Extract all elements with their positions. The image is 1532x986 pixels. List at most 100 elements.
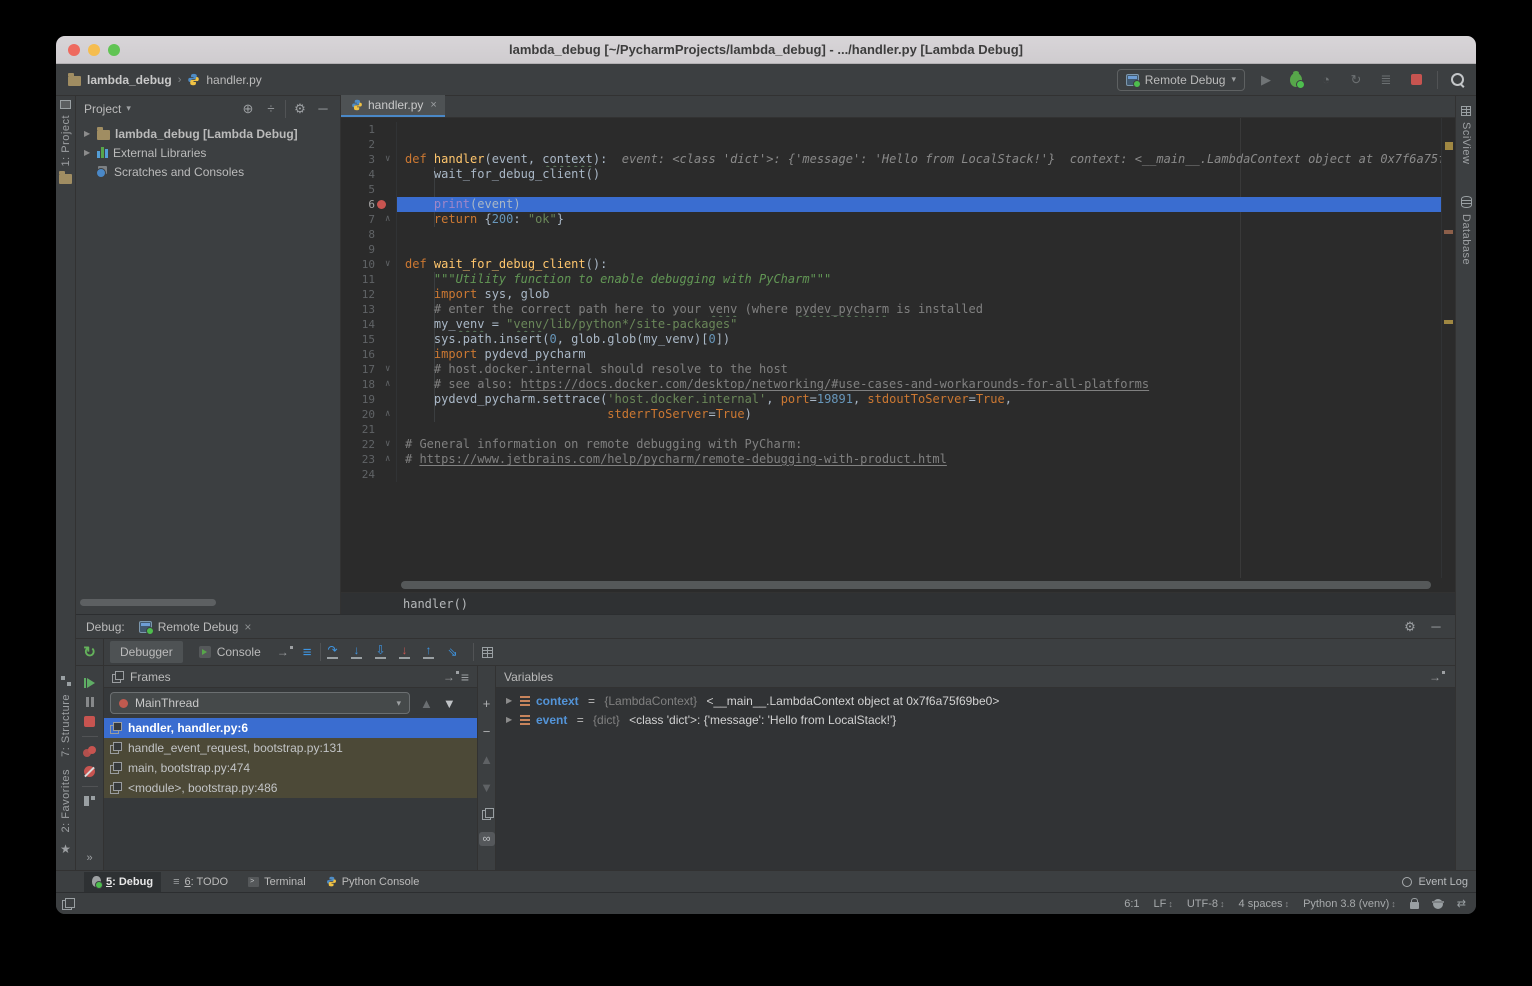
minimize-window-button[interactable] [88,44,100,56]
profile-button[interactable]: ◔ [1317,71,1335,89]
pin-tab-icon[interactable]: → [277,645,289,659]
toolwindow-tab-sciview[interactable]: SciView [1460,122,1472,164]
stack-frame-row[interactable]: main, bootstrap.py:474 [104,758,477,778]
gutter[interactable]: 22∨ [341,437,397,452]
fold-marker-icon[interactable]: ∧ [385,212,390,227]
previous-frame-button[interactable]: ▲ [420,696,433,711]
variable-row[interactable]: ▶context = {LambdaContext} <__main__.Lam… [496,691,1455,710]
gutter[interactable]: 23∧ [341,452,397,467]
code-line[interactable]: 15 sys.path.insert(0, glob.glob(my_venv)… [341,332,1441,347]
code-line[interactable]: 6 print(event) [341,197,1441,212]
fold-marker-icon[interactable]: ∨ [385,437,390,452]
indent-widget[interactable]: 4 spaces↕ [1239,898,1290,910]
coverage-button[interactable]: ↻ [1347,71,1365,89]
locate-file-button[interactable]: ⊕ [239,101,257,117]
debug-button[interactable] [1287,71,1305,89]
gutter[interactable]: 9 [341,242,397,257]
tab-debugger[interactable]: Debugger [110,641,183,663]
run-anything-button[interactable]: ≣ [1377,71,1395,89]
step-into-button[interactable]: ↓ [345,645,369,659]
encoding-widget[interactable]: UTF-8↕ [1187,898,1225,910]
collapse-all-button[interactable]: ÷ [262,101,280,116]
code-line[interactable]: 7∧ return {200: "ok"} [341,212,1441,227]
step-over-button[interactable]: ↷ [321,645,345,659]
show-watches-toggle[interactable]: ∞ [479,832,495,846]
variable-row[interactable]: ▶event = {dict} <class 'dict'>: {'messag… [496,710,1455,729]
caret-position[interactable]: 6:1 [1124,898,1139,910]
gutter[interactable]: 13 [341,302,397,317]
gutter[interactable]: 4 [341,167,397,182]
fold-marker-icon[interactable]: ∧ [385,407,390,422]
breadcrumb-project[interactable]: lambda_debug [87,73,172,87]
structure-toolwindow-icon[interactable] [61,676,71,686]
event-log-button[interactable]: Event Log [1402,876,1468,888]
toolwindow-toggle-icon[interactable] [62,898,74,910]
sciview-icon[interactable] [1461,106,1471,116]
gutter[interactable]: 19 [341,392,397,407]
gutter[interactable]: 16 [341,347,397,362]
zoom-window-button[interactable] [108,44,120,56]
toolwindow-tab-python-console[interactable]: Python Console [318,872,428,892]
code-line[interactable]: 21 [341,422,1441,437]
code-line[interactable]: 10∨def wait_for_debug_client(): [341,257,1441,272]
toolwindow-tab-debug[interactable]: 5: Debug [84,872,161,892]
show-execution-point-button[interactable]: ≡ [303,644,312,661]
rerun-button[interactable]: ↻ [76,639,104,665]
pin-icon[interactable]: → [443,670,455,684]
stop-button[interactable] [1407,71,1425,89]
interpreter-widget[interactable]: Python 3.8 (venv)↕ [1303,898,1396,910]
code-line[interactable]: 2 [341,137,1441,152]
close-window-button[interactable] [68,44,80,56]
pin-icon[interactable]: → [1429,670,1441,684]
gutter[interactable]: 12 [341,287,397,302]
run-to-cursor-button[interactable]: ⇘ [441,647,465,658]
code-line[interactable]: 14 my_venv = "venv/lib/python*/site-pack… [341,317,1441,332]
gutter[interactable]: 14 [341,317,397,332]
resume-button[interactable] [84,678,95,688]
highlighting-level-icon[interactable] [1433,899,1443,909]
move-up-button[interactable]: ▲ [480,752,493,767]
gutter[interactable]: 24 [341,467,397,482]
toolwindow-tab-structure[interactable]: 7: Structure [60,694,72,757]
restore-layout-button[interactable] [84,796,95,806]
tree-item[interactable]: ▶lambda_debug [Lambda Debug] [76,124,340,143]
database-icon[interactable] [1461,196,1472,208]
code-line[interactable]: 23∧# https://www.jetbrains.com/help/pych… [341,452,1441,467]
run-configuration-select[interactable]: Remote Debug ▾ [1117,69,1245,91]
project-toolwindow-icon[interactable] [60,100,71,109]
gutter[interactable]: 7∧ [341,212,397,227]
chevron-right-icon[interactable]: ▶ [84,129,92,138]
code-area[interactable]: 123∨def handler(event, context): event: … [341,118,1455,578]
code-line[interactable]: 24 [341,467,1441,482]
stop-button[interactable] [84,716,95,727]
more-actions-button[interactable]: » [86,852,92,864]
search-everywhere-button[interactable] [1450,72,1466,88]
fold-marker-icon[interactable]: ∧ [385,452,390,467]
line-separator-widget[interactable]: LF↕ [1154,898,1173,910]
code-line[interactable]: 18∧ # see also: https://docs.docker.com/… [341,377,1441,392]
gutter[interactable]: 8 [341,227,397,242]
expand-arrow-icon[interactable]: ▶ [506,715,514,724]
add-watch-button[interactable]: + [483,696,491,711]
code-line[interactable]: 5 [341,182,1441,197]
project-panel-title[interactable]: Project [84,102,121,116]
gear-icon[interactable]: ⚙ [291,101,309,117]
code-line[interactable]: 19 pydevd_pycharm.settrace('host.docker.… [341,392,1441,407]
code-line[interactable]: 11 """Utility function to enable debuggi… [341,272,1441,287]
duplicate-watch-button[interactable] [482,808,492,819]
toolwindow-tab-terminal[interactable]: > Terminal [240,872,314,892]
gutter[interactable]: 17∨ [341,362,397,377]
gutter[interactable]: 3∨ [341,152,397,167]
move-down-button[interactable]: ▼ [480,780,493,795]
code-line[interactable]: 3∨def handler(event, context): event: <c… [341,152,1441,167]
toolwindow-tab-favorites[interactable]: 2: Favorites [60,769,72,832]
updates-icon[interactable]: ⇄ [1457,897,1466,910]
code-line[interactable]: 1 [341,122,1441,137]
code-line[interactable]: 9 [341,242,1441,257]
gutter[interactable]: 6 [341,197,397,212]
step-out-button[interactable]: ↑ [417,645,441,659]
gutter[interactable]: 20∧ [341,407,397,422]
mute-breakpoints-button[interactable] [84,766,95,777]
toolwindow-tab-database[interactable]: Database [1460,214,1472,265]
tab-console[interactable]: Console [189,641,271,663]
